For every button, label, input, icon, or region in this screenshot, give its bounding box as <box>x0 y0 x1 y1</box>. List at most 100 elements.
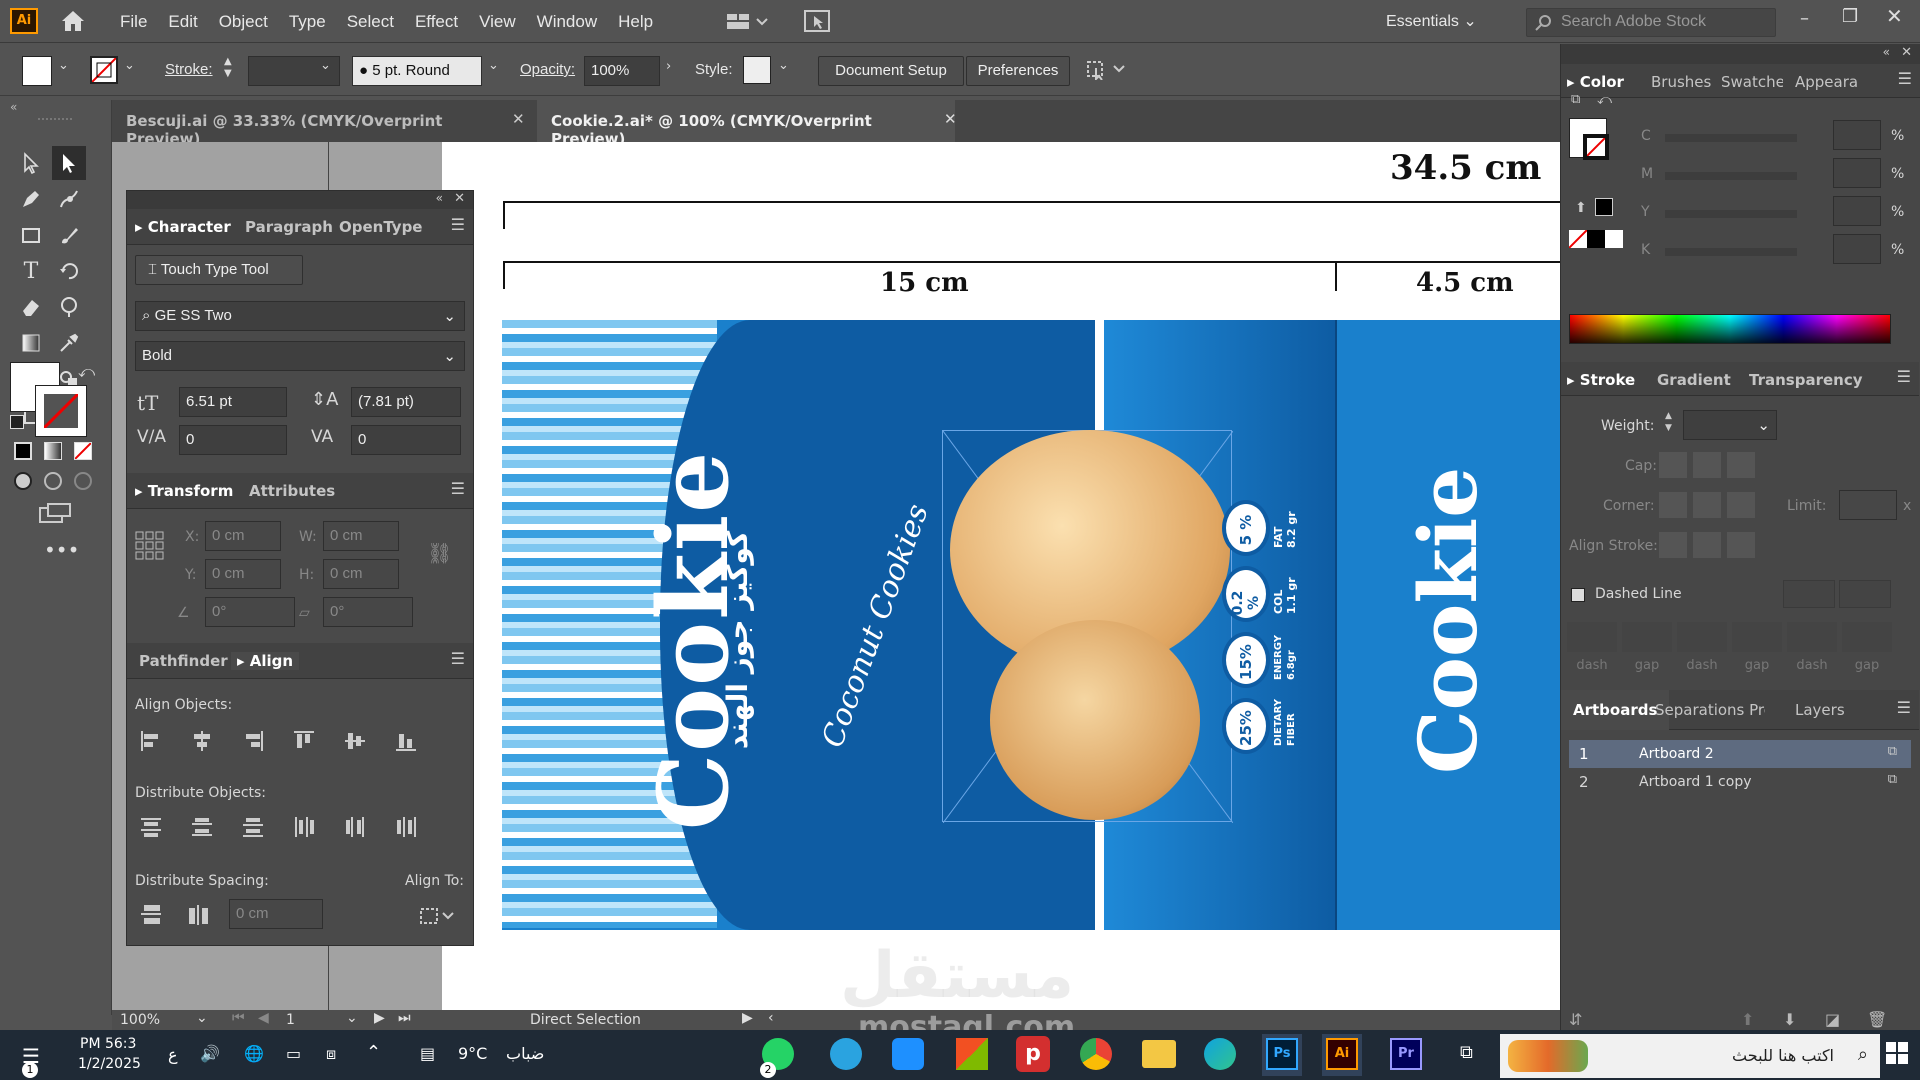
tab-transparency[interactable]: Transparency <box>1749 371 1863 389</box>
collapse-toolbar-icon[interactable]: « <box>10 100 17 114</box>
restore-icon[interactable]: ❐ <box>1842 6 1858 27</box>
artboard-row-selected[interactable]: 1 Artboard 2 ⧉ <box>1569 740 1911 768</box>
align-stroke-inside-icon[interactable] <box>1693 532 1721 558</box>
tab-attributes[interactable]: Attributes <box>249 482 335 500</box>
tab-layers[interactable]: Layers <box>1795 701 1845 719</box>
weight-stepper[interactable]: ▲ ▼ <box>1665 410 1679 438</box>
select-similar-icon[interactable] <box>1086 58 1126 84</box>
align-stroke-outside-icon[interactable] <box>1727 532 1755 558</box>
distribute-vertical-center-icon[interactable] <box>190 815 214 839</box>
chevron-up-icon[interactable]: ⌃ <box>366 1042 381 1063</box>
tab-gradient[interactable]: Gradient <box>1657 371 1731 389</box>
white-quick-swatch[interactable] <box>1605 230 1623 248</box>
close-window-icon[interactable]: ✕ <box>1886 4 1903 28</box>
direct-selection-tool-icon[interactable] <box>52 146 86 180</box>
draw-behind-icon[interactable] <box>44 472 62 490</box>
opacity-field[interactable]: 100% <box>584 56 660 86</box>
magenta-slider[interactable] <box>1665 172 1797 180</box>
volume-icon[interactable]: 🔊 <box>200 1044 220 1063</box>
none-swatch[interactable] <box>1568 229 1588 249</box>
menu-object[interactable]: Object <box>219 12 268 32</box>
preferences-button[interactable]: Preferences <box>966 56 1070 86</box>
constrain-proportions-icon[interactable]: ⛓ <box>427 541 452 565</box>
workspace-switcher[interactable]: Essentials ⌄ <box>1386 11 1477 31</box>
w-field[interactable]: 0 cm <box>323 521 399 551</box>
close-tab-icon[interactable]: ✕ <box>512 110 525 128</box>
yellow-field[interactable] <box>1833 196 1881 226</box>
telegram-icon[interactable] <box>830 1038 862 1070</box>
tab-color[interactable]: ▸ Color <box>1567 73 1624 91</box>
paintbrush-tool-icon[interactable] <box>52 218 86 252</box>
tab-swatches[interactable]: Swatches <box>1721 73 1783 91</box>
delete-artboard-icon[interactable]: 🗑 <box>1867 1010 1887 1029</box>
rotate-tool-icon[interactable] <box>52 254 86 288</box>
minimize-icon[interactable]: – <box>1800 8 1809 29</box>
task-view-icon[interactable]: ⧉ <box>1460 1042 1473 1063</box>
weather-temp[interactable]: 9°C <box>458 1044 487 1063</box>
next-artboard-icon[interactable]: ▶ <box>374 1010 385 1026</box>
align-top-icon[interactable] <box>292 729 316 753</box>
leading-field[interactable]: (7.81 pt) <box>351 387 461 417</box>
zoom-level[interactable]: 100% <box>120 1012 160 1028</box>
illustrator-taskbar-item[interactable]: Ai <box>1322 1034 1362 1076</box>
tab-brushes[interactable]: Brushes <box>1651 73 1711 91</box>
chevron-down-icon[interactable]: ⌄ <box>196 1010 208 1026</box>
menu-select[interactable]: Select <box>347 12 394 32</box>
sync-app-icon[interactable] <box>892 1038 924 1070</box>
search-adobe-stock-input[interactable]: Search Adobe Stock <box>1526 8 1776 37</box>
windows-start-icon[interactable] <box>1886 1042 1908 1068</box>
artboard-number-field[interactable]: 1 <box>286 1012 295 1028</box>
panel-menu-icon[interactable]: ☰ <box>1897 367 1911 386</box>
align-horizontal-center-icon[interactable] <box>190 729 214 753</box>
chevron-down-icon[interactable]: ⌄ <box>124 58 135 73</box>
dash-field[interactable] <box>1567 622 1617 652</box>
color-mode-icon[interactable] <box>14 442 32 460</box>
tab-transform[interactable]: ▸ Transform <box>135 482 233 500</box>
default-colors-icon[interactable] <box>10 415 24 429</box>
stroke-color-box[interactable] <box>35 385 87 437</box>
tab-separations-preview[interactable]: Separations Preview <box>1655 701 1765 719</box>
selection-tool-icon[interactable] <box>14 146 48 180</box>
black-swatch[interactable] <box>1595 198 1613 216</box>
pdf-app-icon[interactable]: p <box>1016 1036 1050 1072</box>
menu-window[interactable]: Window <box>537 12 597 32</box>
fill-swatch[interactable] <box>22 56 52 86</box>
chevron-down-icon[interactable]: ⌄ <box>320 58 331 73</box>
miter-join-icon[interactable] <box>1659 492 1687 518</box>
stroke-label[interactable]: Stroke: <box>165 61 213 78</box>
dashed-line-checkbox[interactable] <box>1571 588 1585 602</box>
previous-artboard-icon[interactable]: ◀ <box>258 1010 269 1026</box>
color-stroke-swatch[interactable] <box>1583 134 1609 160</box>
tab-stroke[interactable]: ▸ Stroke <box>1567 371 1635 389</box>
artboard-options-icon[interactable]: ⧉ <box>1888 772 1897 787</box>
screen-mode-icon[interactable] <box>38 502 72 528</box>
gap-field[interactable] <box>1842 622 1892 652</box>
draw-inside-icon[interactable] <box>74 472 92 490</box>
pen-tool-icon[interactable] <box>14 182 48 216</box>
rearrange-artboards-icon[interactable]: ⇵ <box>1569 1010 1582 1029</box>
yellow-slider[interactable] <box>1665 210 1797 218</box>
collapse-dock-icon[interactable]: « <box>1883 45 1890 59</box>
first-artboard-icon[interactable]: ⏮ <box>232 1010 245 1026</box>
dash-preserve-icon[interactable] <box>1783 580 1835 608</box>
swap-fill-stroke-icon[interactable]: ⤺ <box>78 362 95 382</box>
panel-menu-icon[interactable]: ☰ <box>451 479 465 498</box>
align-vertical-center-icon[interactable] <box>343 729 367 753</box>
color-spectrum[interactable] <box>1569 314 1891 344</box>
limit-field[interactable] <box>1839 490 1897 520</box>
chevron-down-icon[interactable]: ⌄ <box>488 58 499 73</box>
align-stroke-center-icon[interactable] <box>1659 532 1687 558</box>
h-field[interactable]: 0 cm <box>323 559 399 589</box>
device-icon[interactable]: ⧈ <box>326 1044 336 1064</box>
distribute-left-icon[interactable] <box>292 815 316 839</box>
type-tool-icon[interactable]: T <box>14 254 48 288</box>
y-field[interactable]: 0 cm <box>205 559 281 589</box>
store-icon[interactable] <box>956 1038 988 1070</box>
eyedropper-tool-icon[interactable] <box>52 326 86 360</box>
tab-align[interactable]: ▸ Align <box>231 652 300 670</box>
tab-paragraph[interactable]: Paragraph <box>245 218 333 236</box>
round-cap-icon[interactable] <box>1693 452 1721 478</box>
puppet-warp-tool-icon[interactable] <box>52 290 86 324</box>
gap-field[interactable] <box>1622 622 1672 652</box>
artboard-options-icon[interactable]: ⧉ <box>1888 744 1897 759</box>
